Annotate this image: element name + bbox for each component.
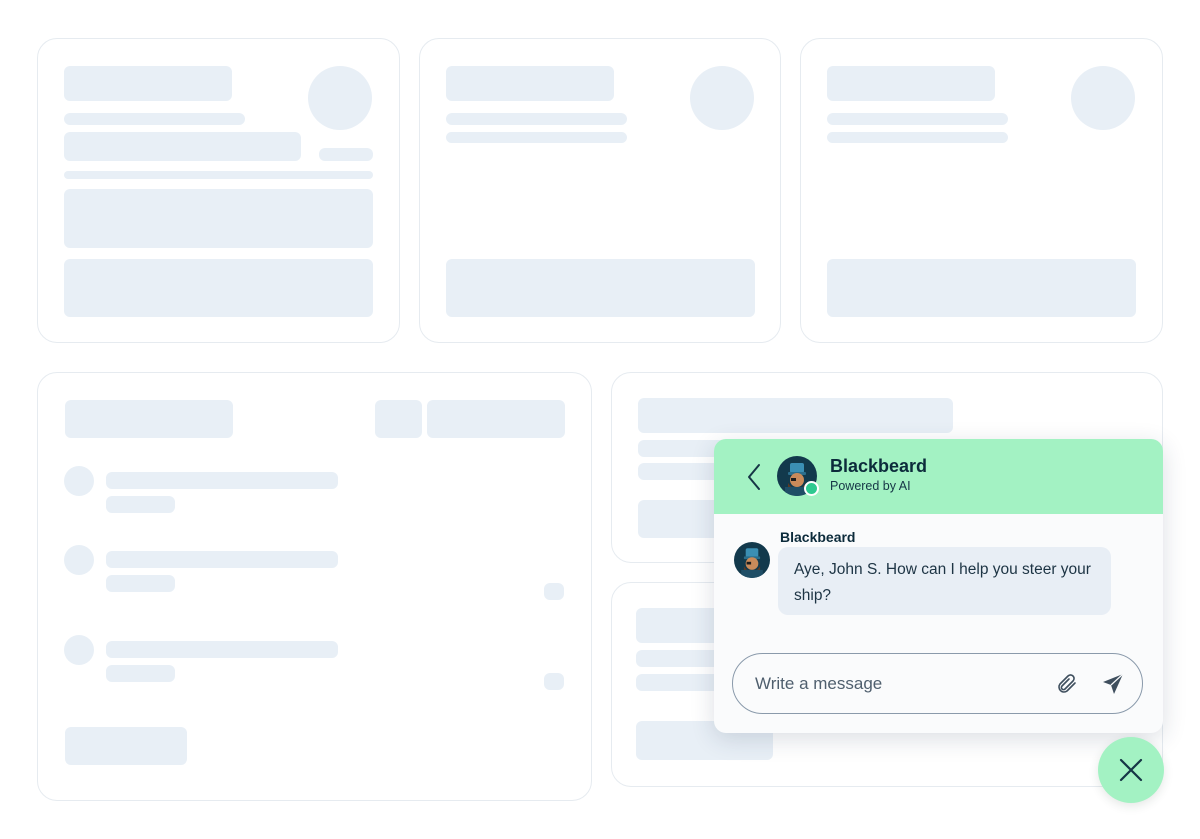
- skeleton-list-card: [37, 372, 592, 801]
- message-input[interactable]: [753, 654, 1047, 714]
- skeleton-card-1: [37, 38, 400, 343]
- pirate-avatar-icon: [734, 542, 770, 578]
- chat-widget: Blackbeard Powered by AI Blackbeard Aye,…: [714, 439, 1163, 733]
- close-icon: [1119, 758, 1143, 782]
- powered-by-label: Powered by AI: [830, 479, 911, 493]
- bot-name: Blackbeard: [830, 456, 928, 476]
- skeleton-card-2: [419, 38, 781, 343]
- skeleton-card-3: [800, 38, 1163, 343]
- send-icon: [1103, 673, 1124, 694]
- send-button[interactable]: [1100, 671, 1126, 697]
- back-button[interactable]: [740, 461, 768, 493]
- chat-header: Blackbeard Powered by AI: [714, 439, 1163, 514]
- paperclip-icon: [1058, 674, 1076, 693]
- online-status-dot: [804, 481, 819, 496]
- attach-button[interactable]: [1054, 671, 1080, 697]
- message-sender: Blackbeard: [780, 529, 856, 545]
- chevron-left-icon: [748, 464, 760, 490]
- chat-launcher-close-button[interactable]: [1098, 737, 1164, 803]
- message-composer: [732, 653, 1143, 714]
- message-bubble: Aye, John S. How can I help you steer yo…: [778, 547, 1111, 615]
